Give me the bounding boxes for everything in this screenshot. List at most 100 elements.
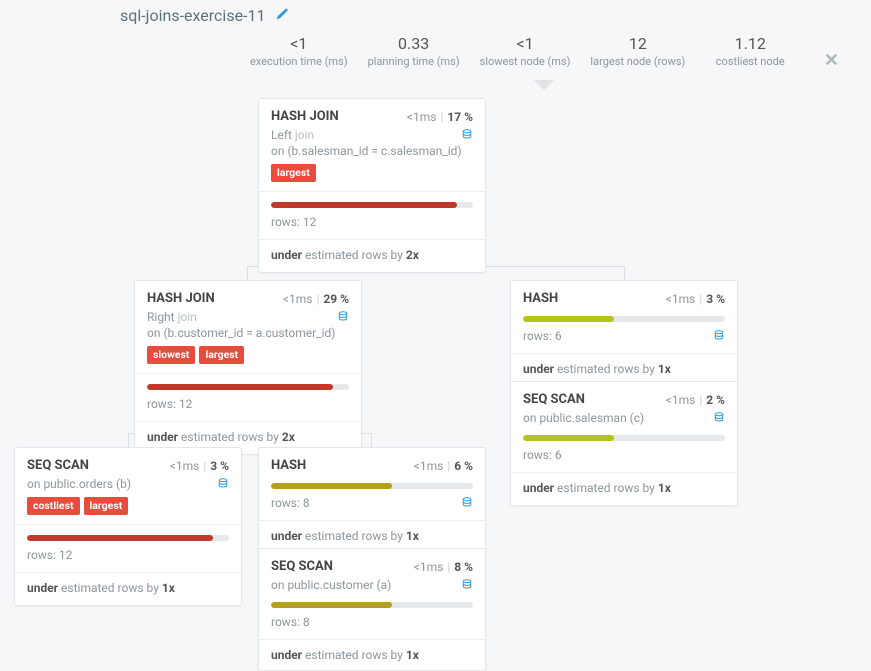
plan-node-seqscan-salesman[interactable]: SEQ SCAN <1ms|2 % on public.salesman (c)… xyxy=(510,381,738,506)
metric-value: <1 xyxy=(250,34,348,53)
node-meta: <1ms|3 % xyxy=(666,292,725,306)
divider xyxy=(259,191,485,192)
estimate-line: under estimated rows by 1x xyxy=(511,353,737,376)
rows-count: rows: 12 xyxy=(27,548,229,562)
node-title: HASH xyxy=(271,458,306,473)
divider xyxy=(135,373,361,374)
metric-value: 0.33 xyxy=(368,34,460,53)
node-title: HASH JOIN xyxy=(271,109,339,124)
badge-largest: largest xyxy=(271,164,316,182)
rows-bar xyxy=(147,384,349,390)
node-meta: <1ms|17 % xyxy=(407,110,473,124)
edit-icon[interactable] xyxy=(275,7,289,25)
database-icon xyxy=(713,330,725,342)
join-type: Right join xyxy=(147,310,197,324)
metric-label: slowest node (ms) xyxy=(480,55,571,68)
join-condition: on (b.salesman_id = c.salesman_id) xyxy=(271,144,473,158)
rows-bar xyxy=(27,535,229,541)
node-pct: 3 % xyxy=(210,459,229,473)
divider xyxy=(15,524,241,525)
node-time: <1ms xyxy=(414,560,444,574)
node-badges: costliest largest xyxy=(27,497,229,515)
metric-slowest-node: <1 slowest node (ms) xyxy=(480,34,571,68)
estimate-line: under estimated rows by 1x xyxy=(15,572,241,595)
metric-largest-node: 12 largest node (rows) xyxy=(590,34,685,68)
connector xyxy=(624,266,625,280)
metric-label: costliest node xyxy=(705,55,795,68)
database-icon xyxy=(217,478,229,490)
database-icon xyxy=(337,311,349,323)
estimate-line: under estimated rows by 2x xyxy=(135,421,361,444)
connector xyxy=(247,266,248,280)
metric-value: 12 xyxy=(590,34,685,53)
node-pct: 2 % xyxy=(706,393,725,407)
database-icon xyxy=(461,579,473,591)
node-meta: <1ms|2 % xyxy=(666,393,725,407)
rows-bar xyxy=(271,483,473,489)
page-title: sql-joins-exercise-11 xyxy=(120,6,265,25)
rows-count: rows: 12 xyxy=(271,215,473,229)
metric-exec-time: <1 execution time (ms) xyxy=(250,34,348,68)
estimate-line: under estimated rows by 1x xyxy=(259,639,485,662)
node-time: <1ms xyxy=(666,292,696,306)
node-time: <1ms xyxy=(407,110,437,124)
node-pct: 6 % xyxy=(454,459,473,473)
database-icon xyxy=(461,497,473,509)
close-icon[interactable]: ✕ xyxy=(824,50,839,71)
node-time: <1ms xyxy=(283,292,313,306)
node-meta: <1ms|3 % xyxy=(170,459,229,473)
rows-bar xyxy=(523,316,725,322)
node-pct: 29 % xyxy=(323,292,349,306)
node-title: SEQ SCAN xyxy=(523,392,585,407)
plan-node-hash-join-child[interactable]: HASH JOIN <1ms|29 % Right join on (b.cus… xyxy=(134,280,362,455)
estimate-line: under estimated rows by 1x xyxy=(259,520,485,543)
node-time: <1ms xyxy=(414,459,444,473)
metric-value: <1 xyxy=(480,34,571,53)
node-relation: on public.salesman (c) xyxy=(523,411,644,425)
rows-bar xyxy=(271,602,473,608)
rows-line: rows: 6 xyxy=(523,329,725,343)
join-type: Left join xyxy=(271,128,314,142)
badge-largest: largest xyxy=(84,497,129,515)
metric-plan-time: 0.33 planning time (ms) xyxy=(368,34,460,68)
plan-node-hash-join-root[interactable]: HASH JOIN <1ms|17 % Left join on (b.sale… xyxy=(258,98,486,273)
metric-costliest-node: 1.12 costliest node xyxy=(705,34,795,68)
plan-node-hash-left[interactable]: HASH <1ms|6 % rows: 8 under estimated ro… xyxy=(258,447,486,554)
rows-count: rows: 8 xyxy=(271,496,310,510)
estimate-line: under estimated rows by 1x xyxy=(511,472,737,495)
node-title: HASH JOIN xyxy=(147,291,215,306)
rows-count: rows: 8 xyxy=(271,615,473,629)
page-header: sql-joins-exercise-11 xyxy=(120,6,289,25)
node-relation: on public.orders (b) xyxy=(27,477,131,491)
node-pct: 17 % xyxy=(447,110,473,124)
database-icon xyxy=(461,129,473,141)
plan-node-hash-right[interactable]: HASH <1ms|3 % rows: 6 under estimated ro… xyxy=(510,280,738,387)
database-icon xyxy=(713,412,725,424)
metric-label: execution time (ms) xyxy=(250,55,348,68)
badge-largest: largest xyxy=(199,346,244,364)
metrics-bar: <1 execution time (ms) 0.33 planning tim… xyxy=(250,34,795,68)
rows-count: rows: 6 xyxy=(523,329,562,343)
node-title: HASH xyxy=(523,291,558,306)
rows-bar xyxy=(271,202,473,208)
rows-count: rows: 6 xyxy=(523,448,725,462)
node-meta: <1ms|29 % xyxy=(283,292,349,306)
badge-costliest: costliest xyxy=(27,497,80,515)
rows-count: rows: 12 xyxy=(147,397,349,411)
pointer-arrow-icon xyxy=(534,80,554,90)
node-pct: 3 % xyxy=(706,292,725,306)
node-badges: slowest largest xyxy=(147,346,349,364)
estimate-line: under estimated rows by 2x xyxy=(259,239,485,262)
node-title: SEQ SCAN xyxy=(27,458,89,473)
plan-node-seqscan-customer[interactable]: SEQ SCAN <1ms|8 % on public.customer (a)… xyxy=(258,548,486,671)
node-meta: <1ms|6 % xyxy=(414,459,473,473)
plan-node-seqscan-orders[interactable]: SEQ SCAN <1ms|3 % on public.orders (b) c… xyxy=(14,447,242,606)
badge-slowest: slowest xyxy=(147,346,195,364)
node-meta: <1ms|8 % xyxy=(414,560,473,574)
node-relation: on public.customer (a) xyxy=(271,578,391,592)
connector xyxy=(371,433,372,447)
metric-value: 1.12 xyxy=(705,34,795,53)
connector xyxy=(128,433,129,447)
metric-label: largest node (rows) xyxy=(590,55,685,68)
node-pct: 8 % xyxy=(454,560,473,574)
